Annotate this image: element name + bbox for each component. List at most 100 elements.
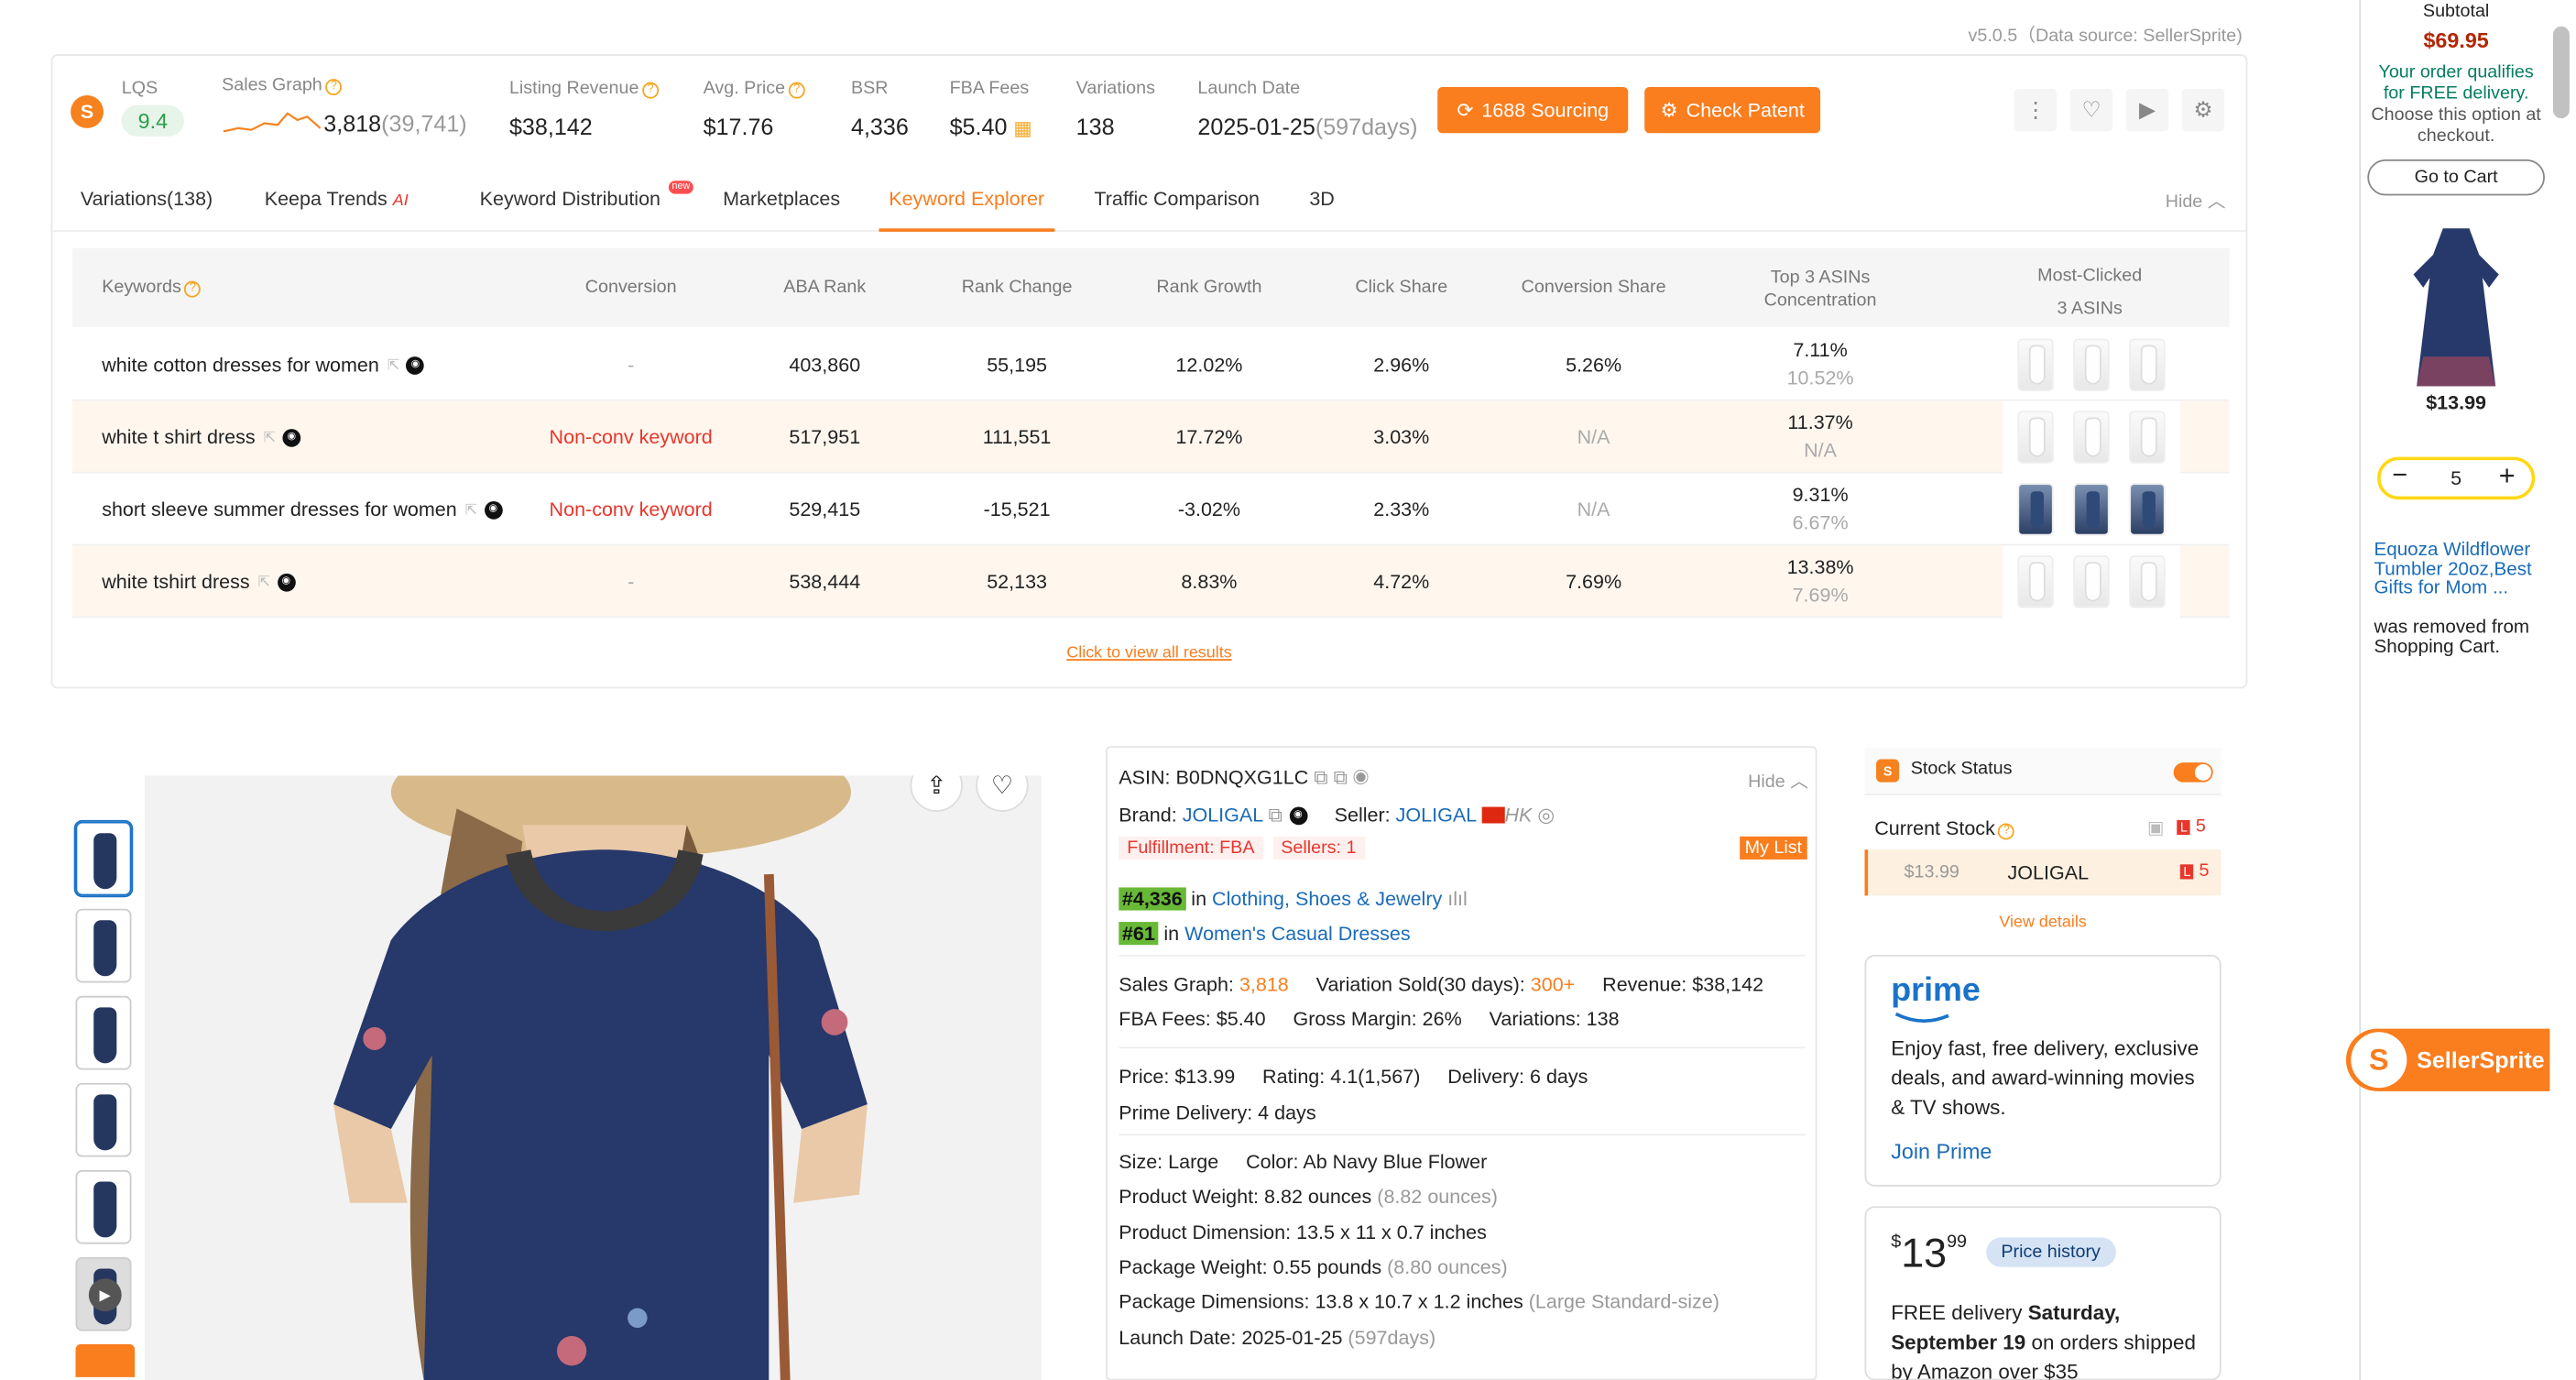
external-link-icon[interactable]: ⇱ [387,356,400,374]
tab-variations[interactable]: Variations(138) [81,187,213,210]
top3-value: 7.11% [1793,338,1848,362]
col-click-share[interactable]: Click Share [1319,278,1483,298]
favorite-heart-icon[interactable]: ♡ [2069,88,2113,132]
top3-value: 13.38% [1786,555,1854,579]
tab-keyword-distribution[interactable]: Keyword Distribution [480,187,660,210]
stock-seller-row: $13.99 JOLIGAL L 5 [1864,849,2221,896]
calculator-icon[interactable]: ▦ [1013,116,1031,139]
subcategory-link[interactable]: Women's Casual Dresses [1184,922,1411,945]
category-link[interactable]: Clothing, Shoes & Jewelry [1212,887,1442,910]
col-rank-change[interactable]: Rank Change [934,278,1098,298]
help-icon[interactable]: ? [184,280,202,298]
my-list-button[interactable]: My List [1740,836,1807,860]
tab-traffic-comparison[interactable]: Traffic Comparison [1094,187,1260,210]
help-icon[interactable]: ? [325,79,343,96]
location-icon[interactable]: ◉ [1353,766,1369,789]
sprite-search-icon[interactable]: ◉ [282,428,301,446]
sourcing-1688-button[interactable]: ⟳ 1688 Sourcing [1437,87,1629,134]
cart-item-image[interactable] [2407,225,2505,389]
stock-status-toggle[interactable] [2173,762,2213,783]
tab-keyword-distribution-label: Keyword Distribution [479,187,661,211]
keyword-text[interactable]: white t shirt dress [102,425,255,448]
tab-3d[interactable]: 3D [1309,187,1335,210]
open-icon[interactable]: ⧉ [1334,766,1348,789]
asin-thumbnail[interactable] [2073,411,2110,464]
sellers-tag[interactable]: Sellers: 1 [1272,836,1365,860]
asin-thumbnail[interactable] [2129,483,2166,536]
asin-thumbnail[interactable] [2073,338,2110,391]
lqs-label: LQS [121,79,158,99]
go-to-cart-button[interactable]: Go to Cart [2367,159,2545,196]
external-link-icon[interactable]: ⇱ [465,500,478,519]
help-icon[interactable]: ? [788,82,805,99]
camera-icon[interactable]: ▣ [2147,816,2165,838]
removed-item-link[interactable]: Equoza Wildflower Tumbler 20oz,Best Gift… [2374,542,2568,599]
stock-seller-count: 5 [2199,860,2210,882]
click-share-cell: 3.03% [1373,425,1430,449]
asin-thumbnail[interactable] [2073,483,2110,536]
scrollbar-thumb[interactable] [2552,26,2570,119]
table-row: white t shirt dress ⇱ ◉ Non-conv keyword 5… [71,400,2230,474]
asin-thumbnail[interactable] [2129,555,2166,608]
col-conversion[interactable]: Conversion [549,278,713,298]
asin-thumbnail[interactable] [2017,338,2054,391]
product-thumbnail[interactable] [75,1082,132,1157]
tab-keyword-explorer[interactable]: Keyword Explorer [889,187,1044,210]
location-icon[interactable]: ◎ [1537,804,1555,827]
keyword-text[interactable]: short sleeve summer dresses for women [102,498,457,520]
asin-thumbnail[interactable] [2129,338,2166,391]
asin-thumbnail[interactable] [2017,555,2054,608]
product-thumbnail[interactable] [75,995,132,1070]
view-all-results-link[interactable]: Click to view all results [52,644,2245,663]
join-prime-link[interactable]: Join Prime [1891,1139,1992,1164]
play-icon: ▶ [88,1278,122,1312]
patent-icon: ⚙ [1660,98,1678,122]
sprite-search-icon[interactable]: ◉ [484,500,503,519]
china-flag-icon [1481,806,1505,824]
keyword-text[interactable]: white tshirt dress [102,570,249,593]
bar-chart-icon[interactable]: ılıl [1447,887,1468,910]
tab-keepa-trends[interactable]: Keepa Trends AI [265,187,409,210]
copy-icon[interactable]: ⧉ [1268,804,1282,827]
tab-marketplaces[interactable]: Marketplaces [723,187,840,210]
col-rank-growth[interactable]: Rank Growth [1127,278,1291,298]
sales-graph-sub: (39,741) [381,110,467,137]
view-details-link[interactable]: View details [1865,914,2221,932]
copy-icon[interactable]: ⧉ [1314,766,1327,789]
price-history-button[interactable]: Price history [1986,1237,2116,1267]
help-icon[interactable]: ? [1998,823,2015,840]
col-aba-rank[interactable]: ABA Rank [743,278,907,298]
external-link-icon[interactable]: ⇱ [258,573,271,591]
product-thumbnail[interactable] [75,1169,132,1244]
settings-gear-icon[interactable]: ⚙ [2181,88,2225,132]
product-thumbnail[interactable] [75,821,132,896]
video-play-icon[interactable]: ▶ [2125,88,2169,132]
video-thumbnail[interactable]: ▶ [75,1256,132,1331]
asin-thumbnail[interactable] [2017,483,2054,536]
keyword-text[interactable]: white cotton dresses for women [102,354,379,377]
col-top3-concentration[interactable]: Top 3 ASINs Concentration [1721,267,1918,312]
sprite-search-icon[interactable]: ◉ [406,356,425,374]
main-product-image[interactable]: ⇪ ♡ [144,775,1042,1380]
asin-thumbnail[interactable] [2129,411,2166,464]
seller-link[interactable]: JOLIGAL [1396,804,1477,827]
external-link-icon[interactable]: ⇱ [264,428,277,446]
brand-link[interactable]: JOLIGAL [1183,804,1263,827]
product-thumbnail[interactable] [75,908,132,983]
sprite-search-icon[interactable]: ◉ [277,572,296,591]
col-conversion-share[interactable]: Conversion Share [1495,278,1692,298]
version-label: v5.0.5（Data source: SellerSprite) [1968,26,2243,47]
plus-icon[interactable]: + [2499,460,2516,493]
sprite-tool-icon[interactable] [75,1344,136,1377]
check-patent-button[interactable]: ⚙ Check Patent [1644,87,1821,134]
hide-tabs-button[interactable]: Hide ︿ [2166,187,2226,214]
more-options-icon[interactable]: ⋮ [2014,88,2058,132]
sellersprite-floating-button[interactable]: S SellerSprite [2345,1028,2550,1091]
help-icon[interactable]: ? [642,82,659,99]
hide-info-button[interactable]: Hide ︿ [1748,768,1808,794]
sprite-search-icon[interactable]: ◉ [1289,807,1307,826]
sales-graph-metric[interactable]: Sales Graph? 3,818 (39,741) [222,75,467,136]
variation-sold-label: Variation Sold(30 days): [1315,972,1525,996]
asin-thumbnail[interactable] [2017,411,2054,464]
asin-thumbnail[interactable] [2073,555,2110,608]
